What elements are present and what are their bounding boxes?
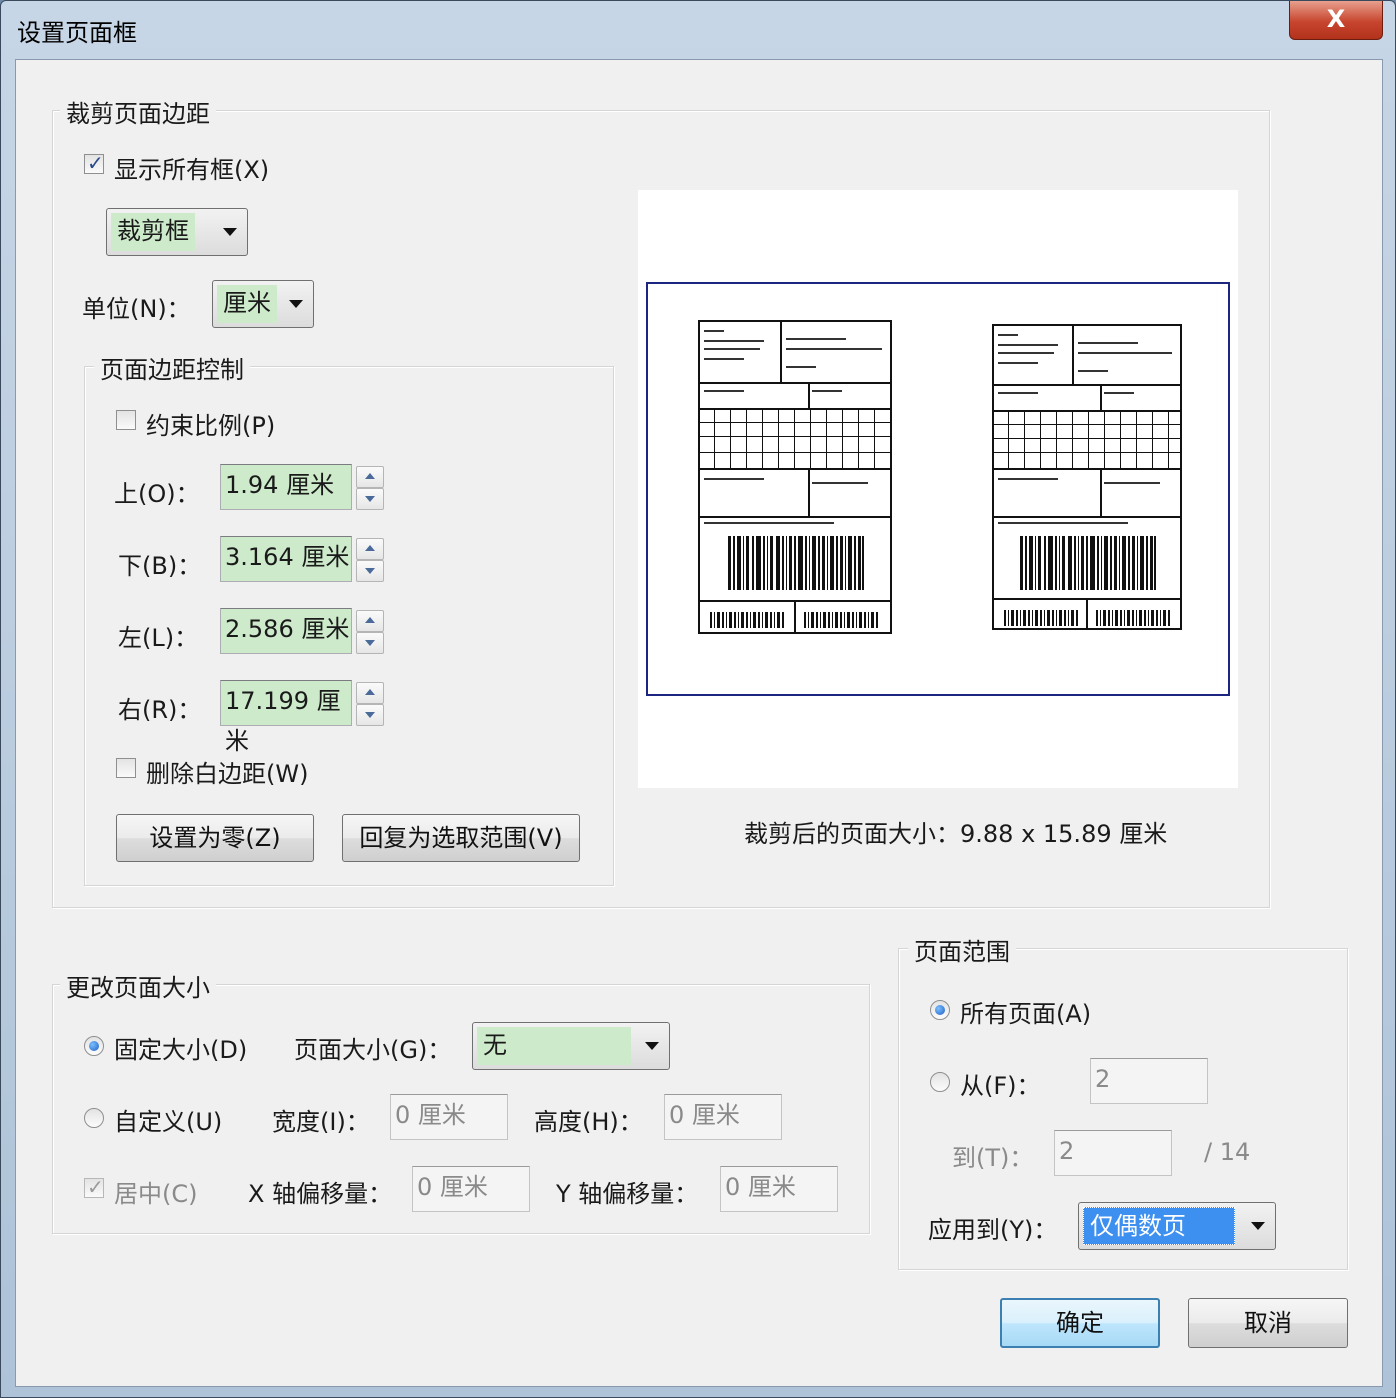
page-size-value: 无 — [477, 1027, 631, 1065]
margin-left-label: 左(L)： — [118, 624, 199, 652]
show-all-boxes-checkbox[interactable]: ✓ — [84, 151, 104, 175]
spin-down-icon[interactable] — [356, 704, 384, 726]
title-bar[interactable]: 设置页面框 X — [1, 1, 1395, 55]
page-from-input[interactable]: 2 — [1090, 1058, 1208, 1104]
margin-bottom-input[interactable]: 3.164 厘米 — [220, 536, 352, 582]
cancel-label: 取消 — [1244, 1309, 1292, 1337]
margin-left-spinner[interactable] — [356, 610, 384, 654]
width-label: 宽度(I)： — [272, 1108, 370, 1136]
margin-control-title: 页面边距控制 — [94, 350, 250, 385]
margin-bottom-spinner[interactable] — [356, 538, 384, 582]
checkmark-icon: ✓ — [87, 1175, 104, 1199]
barcode-image — [1004, 610, 1080, 626]
all-pages-radio[interactable] — [930, 1000, 950, 1020]
spin-down-icon[interactable] — [356, 488, 384, 510]
page-size-label: 页面大小(G)： — [294, 1036, 452, 1064]
spin-up-icon[interactable] — [356, 538, 384, 560]
center-label: 居中(C) — [114, 1180, 198, 1208]
ok-button[interactable]: 确定 — [1000, 1298, 1160, 1348]
height-input[interactable]: 0 厘米 — [664, 1094, 782, 1140]
margin-right-label: 右(R)： — [118, 696, 202, 724]
spin-up-icon[interactable] — [356, 682, 384, 704]
remove-white-margins-checkbox[interactable] — [116, 758, 136, 778]
all-pages-label: 所有页面(A) — [960, 1000, 1092, 1028]
chevron-down-icon — [289, 300, 303, 308]
chevron-down-icon — [223, 228, 237, 236]
ok-label: 确定 — [1056, 1309, 1104, 1337]
barcode-image — [728, 536, 864, 590]
total-pages-text: / 14 — [1204, 1138, 1251, 1166]
cropped-page-size-text: 裁剪后的页面大小：9.88 x 15.89 厘米 — [744, 820, 1168, 848]
spin-down-icon[interactable] — [356, 632, 384, 654]
unit-label: 单位(N)： — [82, 295, 191, 323]
constrain-proportions-label: 约束比例(P) — [146, 412, 276, 440]
cancel-button[interactable]: 取消 — [1188, 1298, 1348, 1348]
page-to-input[interactable]: 2 — [1054, 1130, 1172, 1176]
y-offset-input[interactable]: 0 厘米 — [720, 1166, 838, 1212]
checkmark-icon: ✓ — [87, 151, 104, 175]
barcode-image — [710, 612, 786, 628]
set-zero-label: 设置为零(Z) — [149, 824, 281, 852]
barcode-image — [1096, 610, 1172, 626]
revert-to-selection-label: 回复为选取范围(V) — [359, 824, 563, 852]
margin-bottom-label: 下(B)： — [118, 552, 202, 580]
apply-to-value: 仅偶数页 — [1083, 1207, 1235, 1245]
unit-value: 厘米 — [217, 285, 277, 323]
revert-to-selection-button[interactable]: 回复为选取范围(V) — [342, 814, 580, 862]
page-range-title: 页面范围 — [908, 932, 1016, 967]
y-offset-label: Y 轴偏移量： — [556, 1180, 699, 1208]
barcode-image — [804, 612, 880, 628]
set-zero-button[interactable]: 设置为零(Z) — [116, 814, 314, 862]
apply-to-label: 应用到(Y)： — [928, 1216, 1058, 1244]
page-preview — [638, 190, 1238, 788]
page-from-radio[interactable] — [930, 1072, 950, 1092]
remove-white-margins-label: 删除白边距(W) — [146, 760, 309, 788]
margin-right-input[interactable]: 17.199 厘米 — [220, 680, 352, 755]
show-all-boxes-label: 显示所有框(X) — [114, 156, 270, 184]
height-label: 高度(H)： — [534, 1108, 643, 1136]
window-title: 设置页面框 — [17, 19, 137, 47]
page-to-label: 到(T)： — [952, 1144, 1034, 1172]
custom-size-label: 自定义(U) — [114, 1108, 223, 1136]
unit-select[interactable]: 厘米 — [212, 280, 314, 328]
margin-top-spinner[interactable] — [356, 466, 384, 510]
margin-right-spinner[interactable] — [356, 682, 384, 726]
center-checkbox[interactable]: ✓ — [84, 1175, 104, 1199]
fixed-size-label: 固定大小(D) — [114, 1036, 248, 1064]
spin-down-icon[interactable] — [356, 560, 384, 582]
barcode-image — [1020, 536, 1156, 590]
page-thumbnail-left — [698, 320, 892, 634]
x-offset-label: X 轴偏移量： — [248, 1180, 393, 1208]
fixed-size-radio[interactable] — [84, 1036, 104, 1056]
page-thumbnail-right — [992, 324, 1182, 630]
spin-up-icon[interactable] — [356, 610, 384, 632]
page-from-label: 从(F)： — [960, 1072, 1041, 1100]
box-type-value: 裁剪框 — [111, 213, 195, 251]
chevron-down-icon — [645, 1042, 659, 1050]
close-button[interactable]: X — [1289, 1, 1383, 40]
change-page-size-title: 更改页面大小 — [60, 968, 216, 1003]
apply-to-select[interactable]: 仅偶数页 — [1078, 1202, 1276, 1250]
box-type-select[interactable]: 裁剪框 — [106, 208, 248, 256]
margin-top-label: 上(O)： — [114, 480, 200, 508]
page-size-select[interactable]: 无 — [472, 1022, 670, 1070]
dialog-window: 设置页面框 X 裁剪页面边距 ✓ 显示所有框(X) 裁剪框 单位(N)： 厘米 … — [0, 0, 1396, 1398]
margin-top-input[interactable]: 1.94 厘米 — [220, 464, 352, 510]
margin-left-input[interactable]: 2.586 厘米 — [220, 608, 352, 654]
x-offset-input[interactable]: 0 厘米 — [412, 1166, 530, 1212]
crop-margins-title: 裁剪页面边距 — [60, 94, 216, 129]
width-input[interactable]: 0 厘米 — [390, 1094, 508, 1140]
constrain-proportions-checkbox[interactable] — [116, 410, 136, 430]
spin-up-icon[interactable] — [356, 466, 384, 488]
custom-size-radio[interactable] — [84, 1108, 104, 1128]
dialog-client: 裁剪页面边距 ✓ 显示所有框(X) 裁剪框 单位(N)： 厘米 页面边距控制 约… — [15, 59, 1383, 1387]
chevron-down-icon — [1251, 1222, 1265, 1230]
